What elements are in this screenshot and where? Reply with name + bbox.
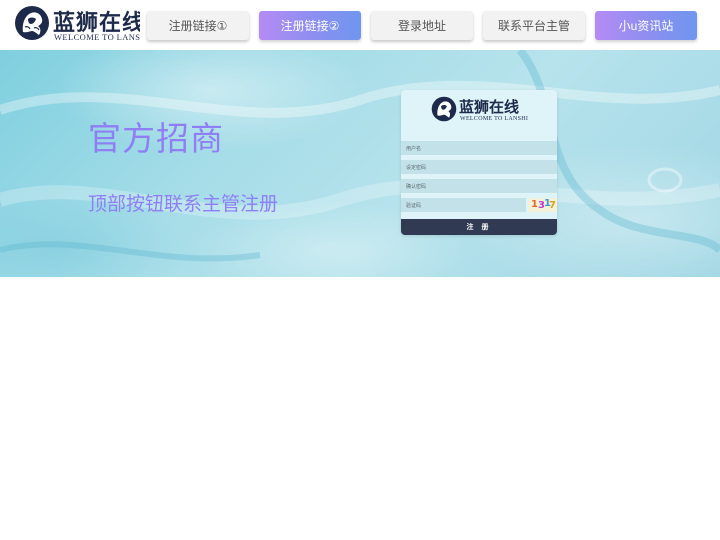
- captcha-field[interactable]: 验证码: [401, 198, 526, 212]
- captcha-image[interactable]: 1 3 1 7: [528, 198, 557, 212]
- hero-title: 官方招商: [88, 119, 224, 158]
- form-logo: 蓝狮在线 WELCOME TO LANSHI: [431, 96, 531, 124]
- captcha-char: 7: [549, 200, 556, 211]
- username-field[interactable]: 用户名: [401, 141, 557, 155]
- form-brand-tagline: WELCOME TO LANSHI: [460, 116, 529, 122]
- confirm-password-field[interactable]: 确认密码: [401, 179, 557, 193]
- register-submit-button[interactable]: 注 册: [401, 219, 557, 235]
- hero-banner: 官方招商 顶部按钮联系主管注册 蓝狮在线 WELCOME TO LANSHI 用…: [0, 50, 720, 277]
- nav-login-address[interactable]: 登录地址: [371, 11, 473, 40]
- hero-subtitle: 顶部按钮联系主管注册: [88, 193, 279, 215]
- marble-background: [0, 50, 720, 262]
- nav-news-site[interactable]: 小u资讯站: [595, 11, 697, 40]
- password-field[interactable]: 设定密码: [401, 160, 557, 174]
- captcha-char: 1: [531, 199, 538, 210]
- brand-tagline: WELCOME TO LANSHI: [54, 32, 140, 42]
- form-brand-name: 蓝狮在线: [459, 98, 520, 116]
- site-header: 蓝狮在线 WELCOME TO LANSHI 注册链接① 注册链接② 登录地址 …: [0, 0, 720, 50]
- nav-register-link-2[interactable]: 注册链接②: [259, 11, 361, 40]
- nav-contact-manager[interactable]: 联系平台主管: [483, 11, 585, 40]
- page-body: [0, 277, 720, 540]
- registration-form: 蓝狮在线 WELCOME TO LANSHI 用户名 设定密码 确认密码 验证码…: [401, 90, 557, 235]
- site-logo[interactable]: 蓝狮在线 WELCOME TO LANSHI: [14, 4, 140, 44]
- nav-register-link-1[interactable]: 注册链接①: [147, 11, 249, 40]
- lion-head-icon: [15, 6, 49, 40]
- lion-head-icon: [431, 96, 457, 122]
